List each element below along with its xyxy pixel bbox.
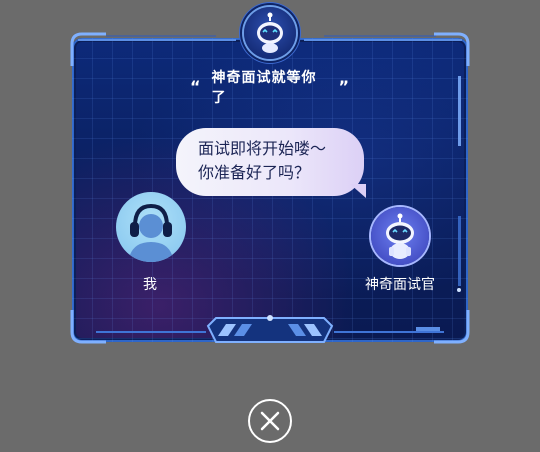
user-label: 我 xyxy=(143,277,157,293)
dialog-title-text: 神奇面试就等你了 xyxy=(211,70,317,106)
speech-bubble: 面试即将开始喽～ 你准备好了吗？ xyxy=(176,128,366,198)
interviewer-avatar xyxy=(371,207,429,265)
title-close-quote: ” xyxy=(338,77,350,96)
close-button[interactable] xyxy=(248,399,292,443)
robot-badge xyxy=(244,7,296,59)
interview-start-overlay: “ 神奇面试就等你了 ” 面试即将开始喽～ 你准备好了吗？ 我 神奇面试官 xyxy=(0,0,540,452)
bubble-tail xyxy=(350,184,366,198)
dialog-title: “ 神奇面试就等你了 ” xyxy=(190,70,350,106)
interviewer-label: 神奇面试官 xyxy=(365,277,435,293)
user-avatar xyxy=(116,192,186,262)
bubble-line-2: 你准备好了吗？ xyxy=(198,163,311,182)
user-headphones-icon xyxy=(128,203,174,262)
robot-icon xyxy=(257,12,283,53)
close-icon xyxy=(260,411,280,431)
robot-icon xyxy=(386,213,414,259)
bubble-line-1: 面试即将开始喽～ xyxy=(198,139,327,158)
title-open-quote: “ xyxy=(190,77,202,96)
